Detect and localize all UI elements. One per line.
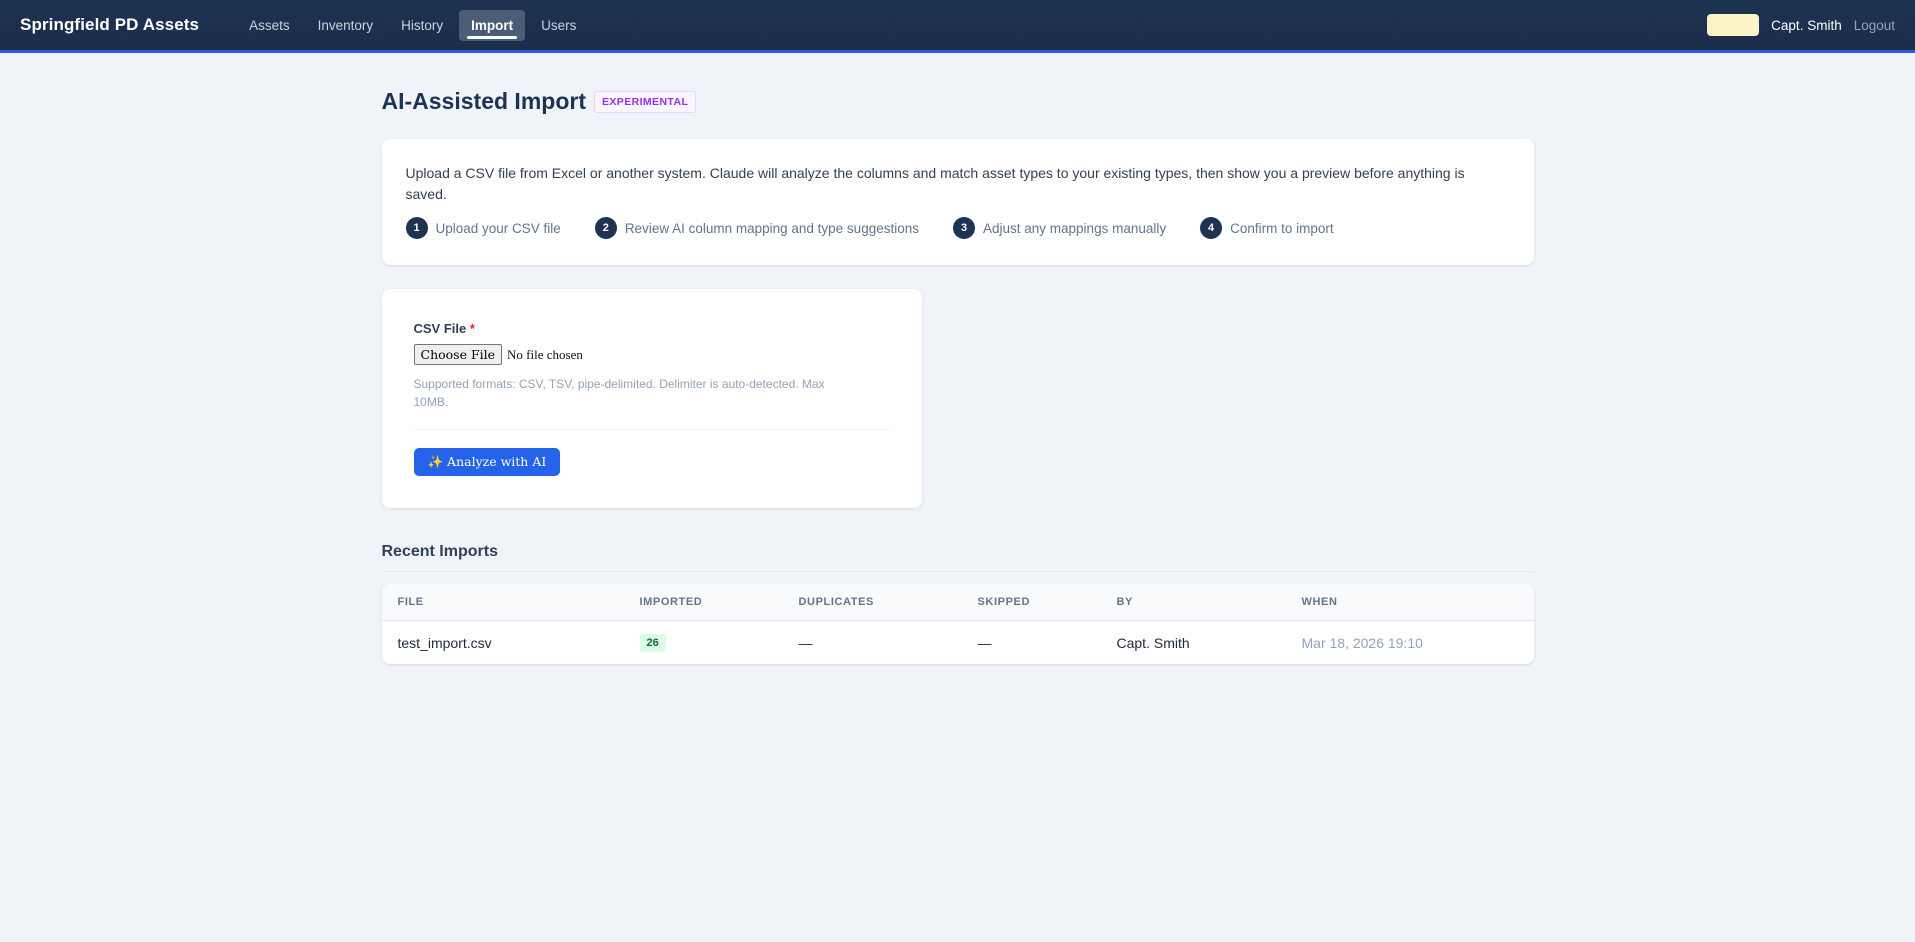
table-row: test_import.csv 26 — — Capt. Smith Mar 1… <box>382 621 1534 665</box>
cell-when: Mar 18, 2026 19:10 <box>1301 634 1423 651</box>
main-nav: Assets Inventory History Import Users <box>237 9 588 41</box>
steps-list: 1 Upload your CSV file 2 Review AI colum… <box>405 217 1510 239</box>
step-number: 4 <box>1200 217 1223 239</box>
user-area: Admin Capt. Smith Logout <box>1706 14 1895 36</box>
experimental-badge: EXPERIMENTAL <box>593 90 697 113</box>
user-name: Capt. Smith <box>1771 17 1842 33</box>
step-item: 2 Review AI column mapping and type sugg… <box>594 217 919 239</box>
title-row: AI-Assisted Import EXPERIMENTAL <box>382 88 1534 115</box>
cell-file: test_import.csv <box>397 634 492 651</box>
step-item: 1 Upload your CSV file <box>405 217 561 239</box>
choose-file-button[interactable]: Choose File <box>413 344 503 365</box>
imported-count-badge: 26 <box>639 634 666 652</box>
main-content: AI-Assisted Import EXPERIMENTAL Upload a… <box>381 53 1534 665</box>
cell-duplicates: — <box>798 634 813 651</box>
nav-link-history[interactable]: History <box>389 10 455 41</box>
step-label: Upload your CSV file <box>435 220 561 236</box>
top-nav: Springfield PD Assets Assets Inventory H… <box>0 0 1915 53</box>
recent-imports-title: Recent Imports <box>381 543 1534 572</box>
file-status: No file chosen <box>507 346 583 362</box>
analyze-with-ai-button[interactable]: ✨ Analyze with AI <box>413 448 561 476</box>
intro-text: Upload a CSV file from Excel or another … <box>405 165 1465 202</box>
page-title: AI-Assisted Import <box>381 88 586 114</box>
step-label: Adjust any mappings manually <box>983 220 1167 236</box>
table-header-row: FILE IMPORTED DUPLICATES SKIPPED BY WHEN <box>381 584 1534 621</box>
upload-card: CSV File * Choose File No file chosen Su… <box>381 289 922 508</box>
step-label: Review AI column mapping and type sugges… <box>624 220 919 236</box>
csv-file-label: CSV File * <box>414 321 890 336</box>
column-header-duplicates: DUPLICATES <box>782 584 962 621</box>
step-number: 1 <box>405 217 428 239</box>
nav-link-users[interactable]: Users <box>529 10 588 41</box>
required-mark: * <box>469 321 475 336</box>
column-header-skipped: SKIPPED <box>961 584 1101 621</box>
column-header-when: WHEN <box>1285 584 1534 621</box>
step-item: 3 Adjust any mappings manually <box>953 217 1166 239</box>
format-help-text: Supported formats: CSV, TSV, pipe-delimi… <box>413 377 825 409</box>
cell-imported: 26 <box>624 621 783 665</box>
intro-card: Upload a CSV file from Excel or another … <box>381 139 1534 265</box>
step-number: 2 <box>594 217 617 239</box>
step-label: Confirm to import <box>1230 220 1334 236</box>
nav-link-import[interactable]: Import <box>459 9 526 41</box>
column-header-file: FILE <box>381 584 624 621</box>
file-input[interactable]: Choose File No file chosen <box>413 344 890 365</box>
cell-skipped: — <box>977 634 992 651</box>
brand-title[interactable]: Springfield PD Assets <box>20 15 199 35</box>
nav-link-assets[interactable]: Assets <box>237 10 302 41</box>
nav-link-inventory[interactable]: Inventory <box>306 10 386 41</box>
step-item: 4 Confirm to import <box>1200 217 1334 239</box>
csv-file-label-text: CSV File <box>413 321 467 336</box>
column-header-imported: IMPORTED <box>623 584 783 621</box>
role-badge: Admin <box>1706 14 1760 36</box>
column-header-by: BY <box>1100 584 1286 621</box>
step-number: 3 <box>953 217 975 239</box>
divider <box>413 429 890 430</box>
recent-imports-table: FILE IMPORTED DUPLICATES SKIPPED BY WHEN… <box>381 584 1534 665</box>
cell-by: Capt. Smith <box>1116 634 1190 651</box>
logout-link[interactable]: Logout <box>1854 18 1895 33</box>
